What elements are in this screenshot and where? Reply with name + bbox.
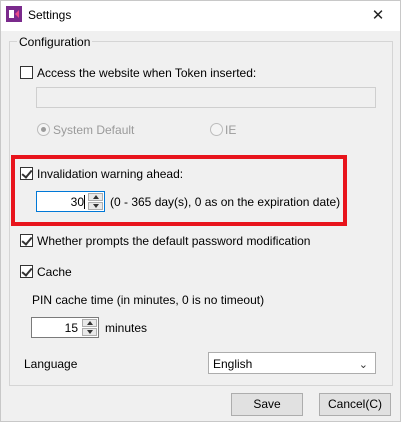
spin-up-icon[interactable] bbox=[88, 193, 103, 201]
configuration-legend: Configuration bbox=[17, 35, 93, 49]
password-prompt-checkbox[interactable] bbox=[20, 234, 33, 247]
title-bar: Settings ✕ bbox=[1, 1, 400, 31]
cache-label[interactable]: Cache bbox=[37, 265, 72, 279]
access-website-label[interactable]: Access the website when Token inserted: bbox=[37, 66, 256, 80]
pin-cache-value: 15 bbox=[64, 321, 78, 335]
spin-down-icon[interactable] bbox=[82, 328, 97, 336]
window-title: Settings bbox=[28, 8, 72, 22]
cache-checkbox[interactable] bbox=[20, 265, 33, 278]
invalidation-days-value: 30 bbox=[70, 195, 84, 209]
language-select[interactable]: English ⌄ bbox=[208, 352, 376, 374]
close-button[interactable]: ✕ bbox=[356, 1, 400, 31]
spin-buttons bbox=[88, 193, 103, 210]
settings-dialog: Settings ✕ Configuration Access the webs… bbox=[0, 0, 401, 422]
invalidation-days-stepper[interactable]: 30 bbox=[36, 191, 105, 212]
radio-system-default[interactable] bbox=[37, 123, 50, 136]
access-website-checkbox[interactable] bbox=[20, 66, 33, 79]
language-value: English bbox=[213, 357, 253, 371]
spin-down-icon[interactable] bbox=[88, 202, 103, 210]
spin-buttons bbox=[82, 319, 97, 336]
pin-cache-label: PIN cache time (in minutes, 0 is no time… bbox=[32, 293, 265, 307]
pin-cache-unit: minutes bbox=[105, 321, 148, 335]
close-icon: ✕ bbox=[371, 7, 385, 24]
radio-ie-label[interactable]: IE bbox=[225, 123, 236, 137]
app-logo-icon bbox=[6, 6, 22, 22]
invalidation-label[interactable]: Invalidation warning ahead: bbox=[37, 167, 183, 181]
invalidation-hint: (0 - 365 day(s), 0 as on the expiration … bbox=[110, 195, 341, 209]
save-button[interactable]: Save bbox=[231, 393, 303, 416]
pin-cache-stepper[interactable]: 15 bbox=[31, 317, 99, 338]
radio-ie[interactable] bbox=[210, 123, 223, 136]
chevron-down-icon: ⌄ bbox=[358, 359, 368, 371]
password-prompt-label[interactable]: Whether prompts the default password mod… bbox=[37, 234, 310, 248]
text-caret bbox=[84, 195, 85, 209]
spin-up-icon[interactable] bbox=[82, 319, 97, 327]
radio-system-default-label[interactable]: System Default bbox=[53, 123, 134, 137]
invalidation-checkbox[interactable] bbox=[20, 167, 33, 180]
language-label: Language bbox=[24, 357, 78, 371]
website-url-input[interactable] bbox=[36, 87, 376, 108]
cancel-button[interactable]: Cancel(C) bbox=[319, 393, 391, 416]
